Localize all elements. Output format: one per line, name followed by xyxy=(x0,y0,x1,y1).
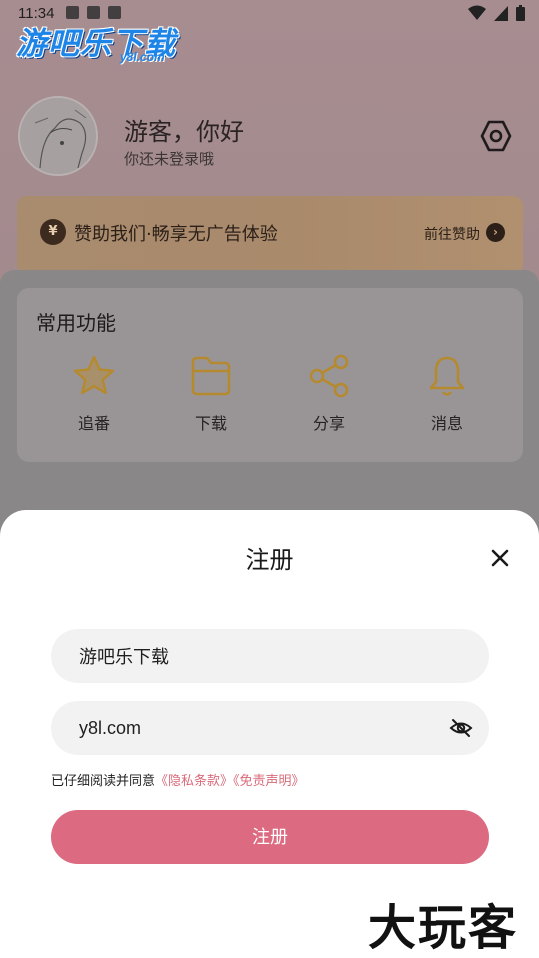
system-status-icons xyxy=(468,5,525,25)
sponsor-text: 赞助我们·畅享无广告体验 xyxy=(74,224,278,245)
signal-icon xyxy=(494,5,508,25)
star-icon xyxy=(73,355,115,395)
privacy-link[interactable]: 《隐私条款》 xyxy=(155,774,233,789)
watermark-subtitle: y8l.com xyxy=(120,50,165,64)
function-label: 消息 xyxy=(430,414,463,433)
disclaimer-link[interactable]: 《免责声明》 xyxy=(233,774,305,789)
user-greeting: 游客，你好 xyxy=(124,118,244,146)
functions-title: 常用功能 xyxy=(36,311,116,335)
avatar[interactable] xyxy=(18,96,98,176)
function-item-messages[interactable]: 消息 xyxy=(407,352,487,434)
brand-watermark: 大玩客 xyxy=(368,900,519,956)
function-label: 分享 xyxy=(312,414,345,433)
username-input[interactable] xyxy=(51,629,489,683)
settings-icon[interactable] xyxy=(478,118,514,154)
share-icon xyxy=(309,354,349,398)
function-label: 追番 xyxy=(77,414,110,433)
function-item-follow[interactable]: 追番 xyxy=(54,352,134,434)
password-input[interactable] xyxy=(51,701,489,755)
battery-icon xyxy=(516,5,525,25)
sponsor-link[interactable]: 前往赞助 xyxy=(424,224,480,244)
function-item-share[interactable]: 分享 xyxy=(289,352,369,434)
login-status: 你还未登录哦 xyxy=(124,150,215,168)
register-button[interactable]: 注册 xyxy=(51,810,489,864)
chevron-right-icon[interactable]: › xyxy=(486,223,505,242)
agreement-text: 已仔细阅读并同意《隐私条款》《免责声明》 xyxy=(51,770,305,789)
bell-icon xyxy=(429,356,465,396)
function-item-download[interactable]: 下载 xyxy=(171,352,251,434)
coin-icon: ¥ xyxy=(40,219,66,245)
wifi-icon xyxy=(468,5,486,25)
sheet-title: 注册 xyxy=(245,546,294,574)
close-icon[interactable] xyxy=(487,545,513,571)
agreement-prefix: 已仔细阅读并同意 xyxy=(51,774,156,789)
folder-icon xyxy=(191,356,231,396)
function-label: 下载 xyxy=(194,414,227,433)
eye-off-icon[interactable] xyxy=(449,716,473,740)
